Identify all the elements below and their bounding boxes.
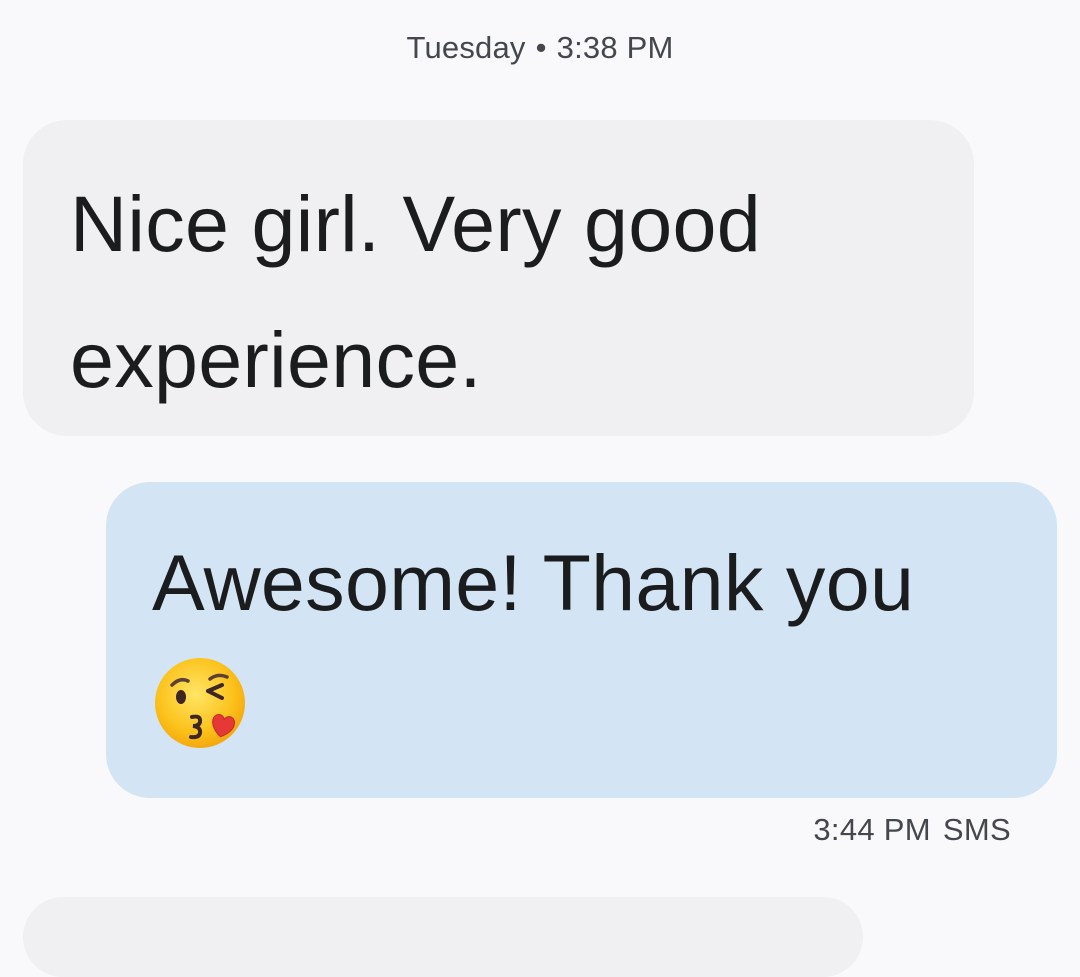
incoming-message-line: Nice girl. Very good [70, 179, 762, 268]
date-time: 3:38 PM [556, 30, 674, 65]
date-separator: • [535, 30, 547, 65]
incoming-message-line: experience. [70, 315, 482, 404]
outgoing-message-text: Awesome! Thank you [152, 516, 1011, 649]
conversation-date-header: Tuesday • 3:38 PM [0, 30, 1080, 66]
outgoing-message-bubble[interactable]: Awesome! Thank you [106, 482, 1057, 798]
message-status: 3:44 PM SMS [813, 812, 1011, 848]
next-incoming-message-bubble[interactable] [23, 897, 863, 977]
message-channel: SMS [942, 812, 1011, 847]
incoming-message-text: Nice girl. Very good experience. [70, 156, 928, 428]
incoming-message-bubble[interactable]: Nice girl. Very good experience. [23, 120, 974, 436]
outgoing-message-line: Awesome! Thank you [152, 538, 915, 627]
face-blowing-a-kiss-icon [152, 655, 252, 755]
date-day: Tuesday [406, 30, 526, 65]
message-time: 3:44 PM [813, 812, 931, 847]
